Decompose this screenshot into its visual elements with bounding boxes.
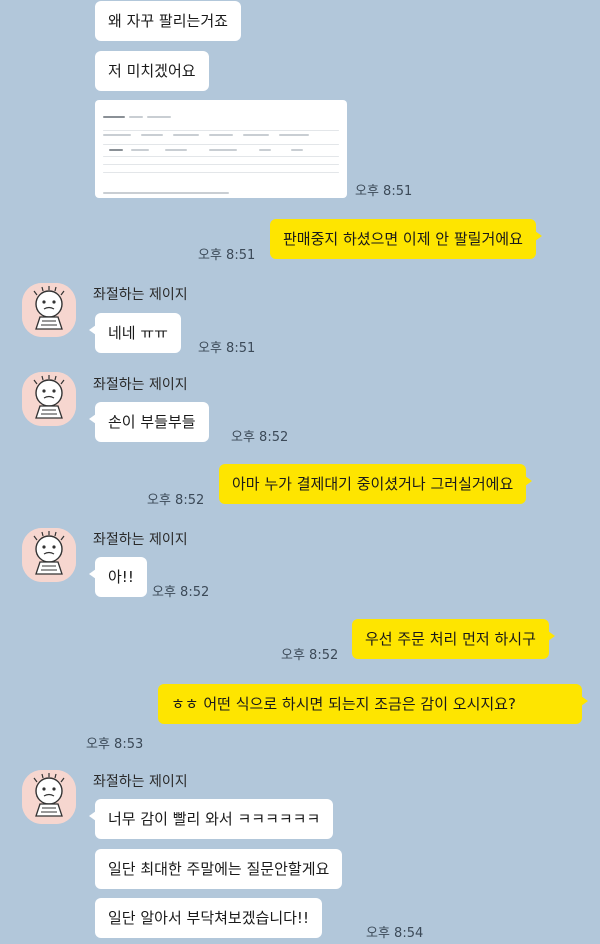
- message-time: 오후 8:53: [86, 737, 144, 752]
- doodle-avatar-icon: [22, 372, 76, 426]
- avatar[interactable]: [22, 372, 76, 426]
- message-time: 오후 8:51: [198, 341, 256, 356]
- attached-screenshot-image[interactable]: [95, 100, 347, 198]
- avatar[interactable]: [22, 283, 76, 337]
- message-bubble[interactable]: 손이 부들부들: [89, 402, 209, 442]
- message-bubble[interactable]: 아!!: [89, 557, 147, 597]
- doodle-avatar-icon: [22, 770, 76, 824]
- message-time: 오후 8:52: [152, 585, 210, 600]
- message-bubble[interactable]: 왜 자꾸 팔리는거죠: [95, 1, 241, 41]
- doodle-avatar-icon: [22, 528, 76, 582]
- message-bubble[interactable]: 일단 최대한 주말에는 질문안할게요: [95, 849, 343, 889]
- message-bubble[interactable]: 일단 알아서 부닥쳐보겠습니다!!: [95, 898, 322, 938]
- avatar[interactable]: [22, 770, 76, 824]
- sender-name: 좌절하는 제이지: [93, 377, 188, 393]
- message-bubble[interactable]: 너무 감이 빨리 와서 ㅋㅋㅋㅋㅋㅋ: [88, 799, 334, 839]
- message-bubble[interactable]: 저 미치겠어요: [95, 51, 209, 91]
- message-time: 오후 8:51: [355, 184, 413, 199]
- message-bubble[interactable]: 아마 누가 결제대기 중이셨거나 그러실거에요: [219, 464, 533, 504]
- message-time: 오후 8:54: [366, 926, 424, 941]
- sender-name: 좌절하는 제이지: [93, 287, 188, 303]
- message-bubble[interactable]: 판매중지 하셨으면 이제 안 팔릴거에요: [270, 219, 542, 259]
- message-bubble[interactable]: 네네 ㅠㅠ: [89, 313, 181, 353]
- message-time: 오후 8:52: [281, 648, 339, 663]
- sender-name: 좌절하는 제이지: [93, 532, 188, 548]
- message-bubble[interactable]: ㅎㅎ 어떤 식으로 하시면 되는지 조금은 감이 오시지요?: [158, 684, 588, 724]
- message-bubble[interactable]: 우선 주문 처리 먼저 하시구: [352, 619, 555, 659]
- message-time: 오후 8:51: [198, 248, 256, 263]
- message-time: 오후 8:52: [231, 430, 289, 445]
- sender-name: 좌절하는 제이지: [93, 774, 188, 790]
- doodle-avatar-icon: [22, 283, 76, 337]
- message-time: 오후 8:52: [147, 493, 205, 508]
- avatar[interactable]: [22, 528, 76, 582]
